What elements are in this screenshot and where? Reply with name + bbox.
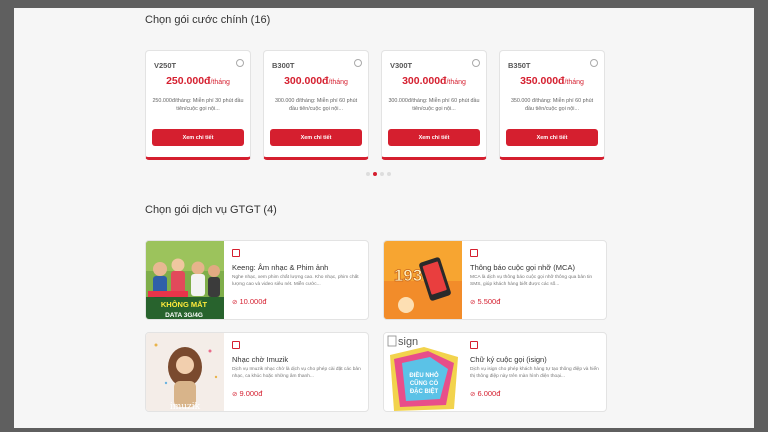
plan-description: 300.000 đ/tháng: Miễn phí 60 phút đầu ti… [274, 98, 358, 112]
plan-detail-button[interactable]: Xem chi tiết [152, 129, 244, 146]
plan-price: 300.000đ/tháng [284, 75, 348, 87]
service-price: ⊘ 6.000đ [470, 389, 501, 398]
plan-radio[interactable] [472, 59, 480, 67]
pager-dot[interactable] [380, 172, 384, 176]
plan-price: 300.000đ/tháng [402, 75, 466, 87]
plan-detail-button[interactable]: Xem chi tiết [506, 129, 598, 146]
plan-card[interactable]: B350T 350.000đ/tháng 350.000 đ/tháng: Mi… [499, 50, 605, 160]
service-price: ⊘ 9.000đ [232, 389, 263, 398]
pager-dot[interactable] [387, 172, 391, 176]
mca-image: 193 [384, 241, 462, 319]
plan-description: 300.000đ/tháng: Miễn phí 60 phút đầu tiê… [388, 98, 480, 112]
plan-detail-button[interactable]: Xem chi tiết [388, 129, 480, 146]
service-checkbox[interactable] [232, 249, 240, 257]
plan-name: V300T [390, 61, 413, 70]
svg-text:193: 193 [394, 266, 422, 285]
price-tag-icon: ⊘ [470, 298, 476, 306]
service-card-keeng[interactable]: KHÔNG MẤT DATA 3G/4G Keeng: Âm nhạc & Ph… [145, 240, 369, 320]
service-card-imuzik[interactable]: imuzik Nhạc chờ Imuzik Dịch vụ Imuzik nh… [145, 332, 369, 412]
service-description: Dịch vụ isign cho phép khách hàng tự tạo… [470, 367, 599, 379]
page-frame: Chọn gói cước chính (16) V250T 250.000đ/… [14, 8, 754, 428]
service-checkbox[interactable] [470, 341, 478, 349]
service-name: Chữ ký cuộc gọi (isign) [470, 355, 547, 364]
service-price: ⊘ 5.500đ [470, 297, 501, 306]
keeng-image: KHÔNG MẤT DATA 3G/4G [146, 241, 224, 319]
service-description: Dịch vụ Imuzik nhạc chờ là dịch vụ cho p… [232, 367, 361, 379]
services-section-title: Chọn gói dịch vụ GTGT (4) [145, 204, 277, 216]
plan-name: V250T [154, 61, 177, 70]
service-checkbox[interactable] [470, 249, 478, 257]
plan-card[interactable]: V300T 300.000đ/tháng 300.000đ/tháng: Miễ… [381, 50, 487, 160]
plan-name: B300T [272, 61, 295, 70]
service-name: Nhạc chờ Imuzik [232, 355, 289, 364]
plan-description: 350.000 đ/tháng: Miễn phí 60 phút đầu ti… [510, 98, 594, 112]
service-description: MCA là dịch vụ thông báo cuộc gọi nhỡ th… [470, 275, 593, 287]
service-card-mca[interactable]: 193 Thông báo cuộc gọi nhỡ (MCA) MCA là … [383, 240, 607, 320]
plans-carousel: V250T 250.000đ/tháng 250.000đ/tháng: Miễ… [145, 50, 625, 170]
pager-dot[interactable] [366, 172, 370, 176]
plan-name: B350T [508, 61, 531, 70]
service-checkbox[interactable] [232, 341, 240, 349]
plan-card[interactable]: B300T 300.000đ/tháng 300.000 đ/tháng: Mi… [263, 50, 369, 160]
svg-text:sign: sign [398, 336, 418, 348]
plan-radio[interactable] [236, 59, 244, 67]
svg-text:CŨNG CÓ: CŨNG CÓ [410, 379, 439, 387]
plan-card[interactable]: V250T 250.000đ/tháng 250.000đ/tháng: Miễ… [145, 50, 251, 160]
pager-dot-active[interactable] [373, 172, 377, 176]
plan-radio[interactable] [590, 59, 598, 67]
isign-image: ĐIỀU NHỎ CŨNG CÓ ĐẶC BIỆT sign [384, 333, 462, 411]
price-tag-icon: ⊘ [232, 390, 238, 398]
plan-price: 250.000đ/tháng [166, 75, 230, 87]
plan-detail-button[interactable]: Xem chi tiết [270, 129, 362, 146]
service-name: Keeng: Âm nhạc & Phim ảnh [232, 263, 329, 272]
svg-text:KHÔNG MẤT: KHÔNG MẤT [161, 299, 208, 309]
price-tag-icon: ⊘ [470, 390, 476, 398]
plan-description: 250.000đ/tháng: Miễn phí 30 phút đầu tiê… [152, 98, 244, 112]
plan-radio[interactable] [354, 59, 362, 67]
service-card-isign[interactable]: ĐIỀU NHỎ CŨNG CÓ ĐẶC BIỆT sign Chữ ký cu… [383, 332, 607, 412]
plans-section-title: Chọn gói cước chính (16) [145, 14, 271, 26]
service-name: Thông báo cuộc gọi nhỡ (MCA) [470, 263, 575, 272]
svg-text:imuzik: imuzik [170, 402, 201, 412]
price-tag-icon: ⊘ [232, 298, 238, 306]
imuzik-image: imuzik [146, 333, 224, 412]
carousel-pager [366, 172, 391, 176]
service-price: ⊘ 10.000đ [232, 297, 267, 306]
service-description: Nghe nhạc, xem phim chất lượng cao. Kho … [232, 275, 359, 287]
plan-price: 350.000đ/tháng [520, 75, 584, 87]
svg-text:ĐIỀU NHỎ: ĐIỀU NHỎ [409, 372, 439, 379]
svg-text:DATA 3G/4G: DATA 3G/4G [165, 312, 203, 319]
svg-text:ĐẶC BIỆT: ĐẶC BIỆT [410, 387, 439, 395]
